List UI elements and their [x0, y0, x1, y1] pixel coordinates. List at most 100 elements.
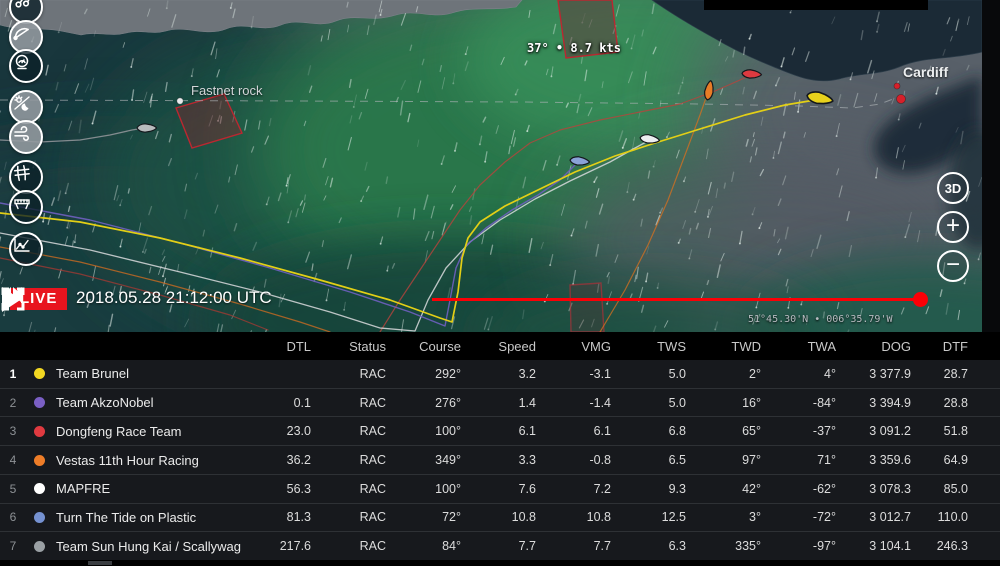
table-cell: -84°: [775, 396, 850, 410]
timeline-track[interactable]: [432, 298, 920, 301]
table-cell: 64.9: [925, 453, 1000, 467]
table-cell: 276°: [400, 396, 475, 410]
table-cell: 51.8: [925, 424, 1000, 438]
table-row[interactable]: 3 Dongfeng Race Team 23.0RAC100°6.16.16.…: [0, 416, 1000, 445]
toolbar-button-helmsman[interactable]: [9, 49, 43, 83]
column-header-dtl: DTL: [250, 339, 325, 354]
table-cell: RAC: [325, 367, 400, 381]
table-cell: 28.7: [925, 367, 1000, 381]
table-cell: 5.0: [625, 396, 700, 410]
table-cell: 85.0: [925, 482, 1000, 496]
table-row[interactable]: 4 Vestas 11th Hour Racing 36.2RAC349°3.3…: [0, 445, 1000, 474]
table-cell: 7.6: [475, 482, 550, 496]
table-cell: 1.4: [475, 396, 550, 410]
toolbar-button-grid[interactable]: [9, 160, 43, 194]
rank-label: 7: [0, 539, 26, 553]
table-cell: 217.6: [250, 539, 325, 553]
view-3d-button[interactable]: 3D: [937, 172, 969, 204]
table-cell: 3 377.9: [850, 367, 925, 381]
table-row[interactable]: 5 MAPFRE 56.3RAC100°7.67.29.342°-62°3 07…: [0, 474, 1000, 503]
table-cell: 3.2: [475, 367, 550, 381]
team-name: Team Brunel: [52, 366, 250, 381]
toolbar-button-measure[interactable]: [9, 190, 43, 224]
rank-label: 5: [0, 482, 26, 496]
cardiff-marker-small: [894, 83, 900, 89]
team-color-dot: [34, 397, 45, 408]
table-cell: 12.5: [625, 510, 700, 524]
leaderboard-table: DTLStatusCourseSpeedVMGTWSTWDTWADOGDTF 1…: [0, 332, 1000, 560]
timeline: LIVE 2018.05.28 21:12:00 UTC: [0, 286, 982, 316]
fullscreen-button[interactable]: [0, 286, 26, 312]
map-canvas: [0, 0, 982, 332]
wind-particles-icon: [11, 0, 33, 14]
table-cell: 42°: [700, 482, 775, 496]
timeline-handle[interactable]: [913, 292, 928, 307]
toolbar-button-stats-chart[interactable]: [9, 232, 43, 266]
table-row[interactable]: 6 Turn The Tide on Plastic 81.3RAC72°10.…: [0, 503, 1000, 532]
table-cell: 3 359.6: [850, 453, 925, 467]
team-name: Turn The Tide on Plastic: [52, 510, 250, 525]
table-row[interactable]: 2 Team AkzoNobel 0.1RAC276°1.4-1.45.016°…: [0, 388, 1000, 417]
rank-label: 4: [0, 453, 26, 467]
table-body: 1 Team Brunel RAC292°3.2-3.15.02°4°3 377…: [0, 360, 1000, 560]
table-cell: 71°: [775, 453, 850, 467]
table-cell: -3.1: [550, 367, 625, 381]
toolbar-button-day-night[interactable]: [9, 90, 43, 124]
table-cell: 3 104.1: [850, 539, 925, 553]
column-header-dog: DOG: [850, 339, 925, 354]
team-name: Vestas 11th Hour Racing: [52, 453, 250, 468]
team-color-dot: [34, 455, 45, 466]
column-header-twd: TWD: [700, 339, 775, 354]
table-cell: RAC: [325, 482, 400, 496]
table-cell: 97°: [700, 453, 775, 467]
table-cell: -0.8: [550, 453, 625, 467]
wind-readout-label: 37° • 8.7 kts: [527, 41, 621, 55]
table-cell: 6.8: [625, 424, 700, 438]
table-cell: 5.0: [625, 367, 700, 381]
column-header-status: Status: [325, 339, 400, 354]
table-cell: RAC: [325, 453, 400, 467]
zoom-in-button[interactable]: +: [937, 211, 969, 243]
table-cell: 7.2: [550, 482, 625, 496]
table-cell: 7.7: [475, 539, 550, 553]
fastnet-rock-marker: [177, 98, 183, 104]
table-cell: 2°: [700, 367, 775, 381]
rank-label: 6: [0, 510, 26, 524]
table-cell: 3 091.2: [850, 424, 925, 438]
table-cell: 3°: [700, 510, 775, 524]
table-cell: 36.2: [250, 453, 325, 467]
table-cell: 3 012.7: [850, 510, 925, 524]
table-cell: 23.0: [250, 424, 325, 438]
view-3d-label: 3D: [945, 181, 962, 196]
table-cell: 16°: [700, 396, 775, 410]
table-cell: 292°: [400, 367, 475, 381]
column-header-speed: Speed: [475, 339, 550, 354]
bottom-scrollbar[interactable]: [0, 560, 1000, 566]
column-header-vmg: VMG: [550, 339, 625, 354]
zoom-out-button[interactable]: −: [937, 250, 969, 282]
wind-layer-icon: [11, 122, 33, 144]
stats-chart-icon: [11, 234, 33, 256]
table-cell: RAC: [325, 424, 400, 438]
cardiff-label: Cardiff: [903, 64, 948, 80]
top-black-bar: [704, 0, 928, 10]
table-cell: 84°: [400, 539, 475, 553]
table-row[interactable]: 7 Team Sun Hung Kai / Scallywag 217.6RAC…: [0, 531, 1000, 560]
right-edge-strip: [982, 0, 1000, 332]
race-map[interactable]: Fastnet rock Cardiff 37° • 8.7 kts 51°45…: [0, 0, 982, 332]
table-row[interactable]: 1 Team Brunel RAC292°3.2-3.15.02°4°3 377…: [0, 360, 1000, 388]
table-cell: 335°: [700, 539, 775, 553]
table-cell: 4°: [775, 367, 850, 381]
table-cell: 65°: [700, 424, 775, 438]
team-name: Dongfeng Race Team: [52, 424, 250, 439]
day-night-icon: [11, 92, 33, 114]
measure-icon: [11, 192, 33, 214]
toolbar-button-wind-layer[interactable]: [9, 120, 43, 154]
scrollbar-thumb[interactable]: [88, 561, 112, 565]
table-cell: 246.3: [925, 539, 1000, 553]
rank-label: 3: [0, 424, 26, 438]
table-cell: 110.0: [925, 510, 1000, 524]
table-cell: RAC: [325, 510, 400, 524]
fastnet-rock-label: Fastnet rock: [191, 83, 263, 98]
timeline-timestamp: 2018.05.28 21:12:00 UTC: [76, 288, 272, 308]
